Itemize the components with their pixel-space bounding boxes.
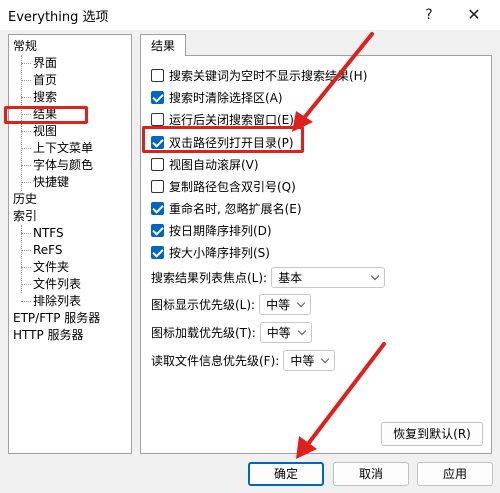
annotation-arrows: [292, 32, 386, 459]
arrow-icon: [292, 32, 374, 132]
arrow-icon: [296, 342, 386, 459]
